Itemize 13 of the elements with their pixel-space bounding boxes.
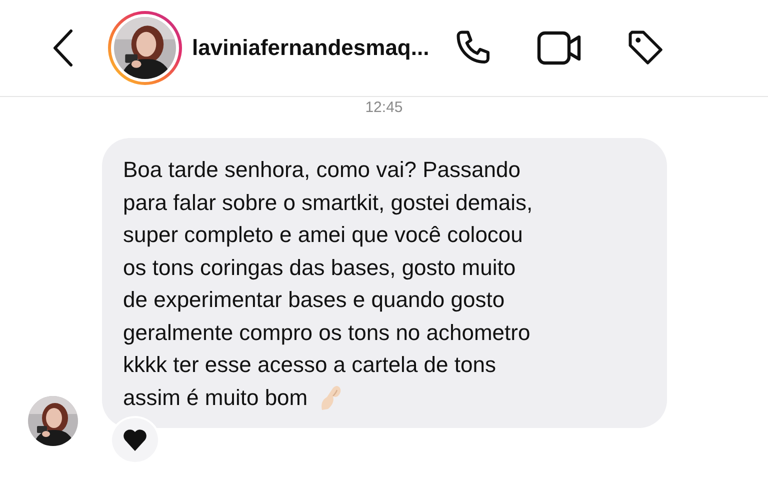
heart-icon: [122, 428, 148, 452]
message-text-line: geralmente compro os tons no achometro: [123, 318, 532, 347]
timestamp: 12:45: [364, 99, 404, 116]
username[interactable]: laviniafernandesmaq...: [192, 35, 430, 61]
message-text-line: para falar sobre o smartkit, gostei demais,: [123, 188, 534, 217]
message-text-line: assim é muito bom: [123, 384, 308, 412]
message-text-line: super completo e amei que você colocou: [123, 221, 524, 249]
message-text-line: Boa tarde senhora, como vai? Passando: [123, 156, 522, 184]
back-icon[interactable]: [52, 29, 74, 67]
message-text-line: os tons coringas das bases, gosto muito: [123, 254, 517, 282]
video-camera-icon[interactable]: [537, 30, 584, 66]
message-text-line: kkkk ter esse acesso a cartela de tons: [123, 351, 497, 379]
message-text-line: de experimentar bases e quando gosto: [123, 286, 506, 314]
